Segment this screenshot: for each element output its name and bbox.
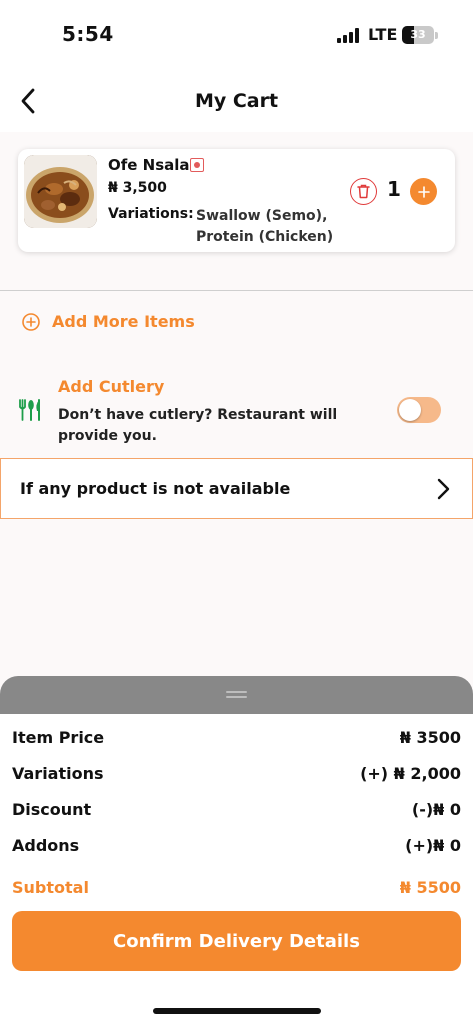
order-summary: Item Price ₦ 3500 Variations (+) ₦ 2,000… (0, 714, 473, 1024)
addons-label: Addons (12, 836, 80, 855)
discount-label: Discount (12, 800, 92, 819)
home-indicator (153, 1008, 321, 1014)
cart-content: Ofe Nsala ₦ 3,500 Variations: Swallow (S… (0, 132, 473, 692)
confirm-delivery-button[interactable]: Confirm Delivery Details (12, 911, 461, 971)
item-name: Ofe Nsala (108, 156, 190, 174)
battery-level: 33 (410, 28, 426, 41)
trash-icon (357, 184, 370, 199)
header: My Cart (0, 70, 473, 132)
subtotal-row: Subtotal ₦ 5500 (12, 878, 461, 902)
status-time: 5:54 (62, 22, 114, 46)
battery-icon: 33 (402, 26, 434, 44)
variations-value: Swallow (Semo), Protein (Chicken) (196, 208, 334, 245)
item-price-row: Item Price ₦ 3500 (12, 728, 461, 752)
cutlery-icon (19, 399, 40, 421)
food-type-badge-icon (190, 158, 204, 172)
status-bar: 5:54 LTE 33 (0, 0, 473, 70)
quantity-value: 1 (387, 177, 401, 201)
addons-value: (+)₦ 0 (405, 836, 461, 855)
plus-circle-icon (22, 312, 40, 331)
add-more-items-button[interactable]: Add More Items (22, 312, 195, 331)
variations-label: Variations: (108, 206, 194, 222)
item-price: ₦ 3,500 (108, 180, 167, 196)
add-cutlery-title: Add Cutlery (58, 377, 165, 396)
divider (0, 290, 473, 291)
add-more-items-label: Add More Items (52, 312, 195, 331)
product-unavailable-option[interactable]: If any product is not available (0, 458, 473, 519)
subtotal-value: ₦ 5500 (399, 878, 461, 897)
discount-row: Discount (-)₦ 0 (12, 800, 461, 824)
delete-item-button[interactable] (350, 178, 377, 205)
variations-summary-label: Variations (12, 764, 104, 783)
variations-summary-value: (+) ₦ 2,000 (360, 764, 461, 783)
bottom-sheet-handle[interactable] (0, 676, 473, 714)
variations-row: Variations (+) ₦ 2,000 (12, 764, 461, 788)
food-image (24, 155, 97, 228)
cutlery-toggle[interactable] (397, 397, 441, 423)
subtotal-label: Subtotal (12, 878, 89, 897)
item-price-value: ₦ 3500 (399, 728, 461, 747)
increase-quantity-button[interactable] (410, 178, 437, 205)
plus-icon (417, 185, 430, 198)
drag-handle-icon (226, 691, 247, 699)
page-title: My Cart (194, 90, 279, 112)
toggle-knob (399, 399, 421, 421)
item-price-label: Item Price (12, 728, 105, 747)
product-unavailable-label: If any product is not available (20, 479, 291, 498)
cart-item-card: Ofe Nsala ₦ 3,500 Variations: Swallow (S… (18, 149, 455, 252)
chevron-right-icon (437, 478, 450, 500)
network-type: LTE (368, 25, 398, 44)
add-cutlery-description: Don’t have cutlery? Restaurant will prov… (58, 407, 338, 444)
discount-value: (-)₦ 0 (411, 800, 461, 819)
signal-icon (337, 28, 359, 43)
battery-tip (435, 32, 438, 39)
addons-row: Addons (+)₦ 0 (12, 836, 461, 860)
